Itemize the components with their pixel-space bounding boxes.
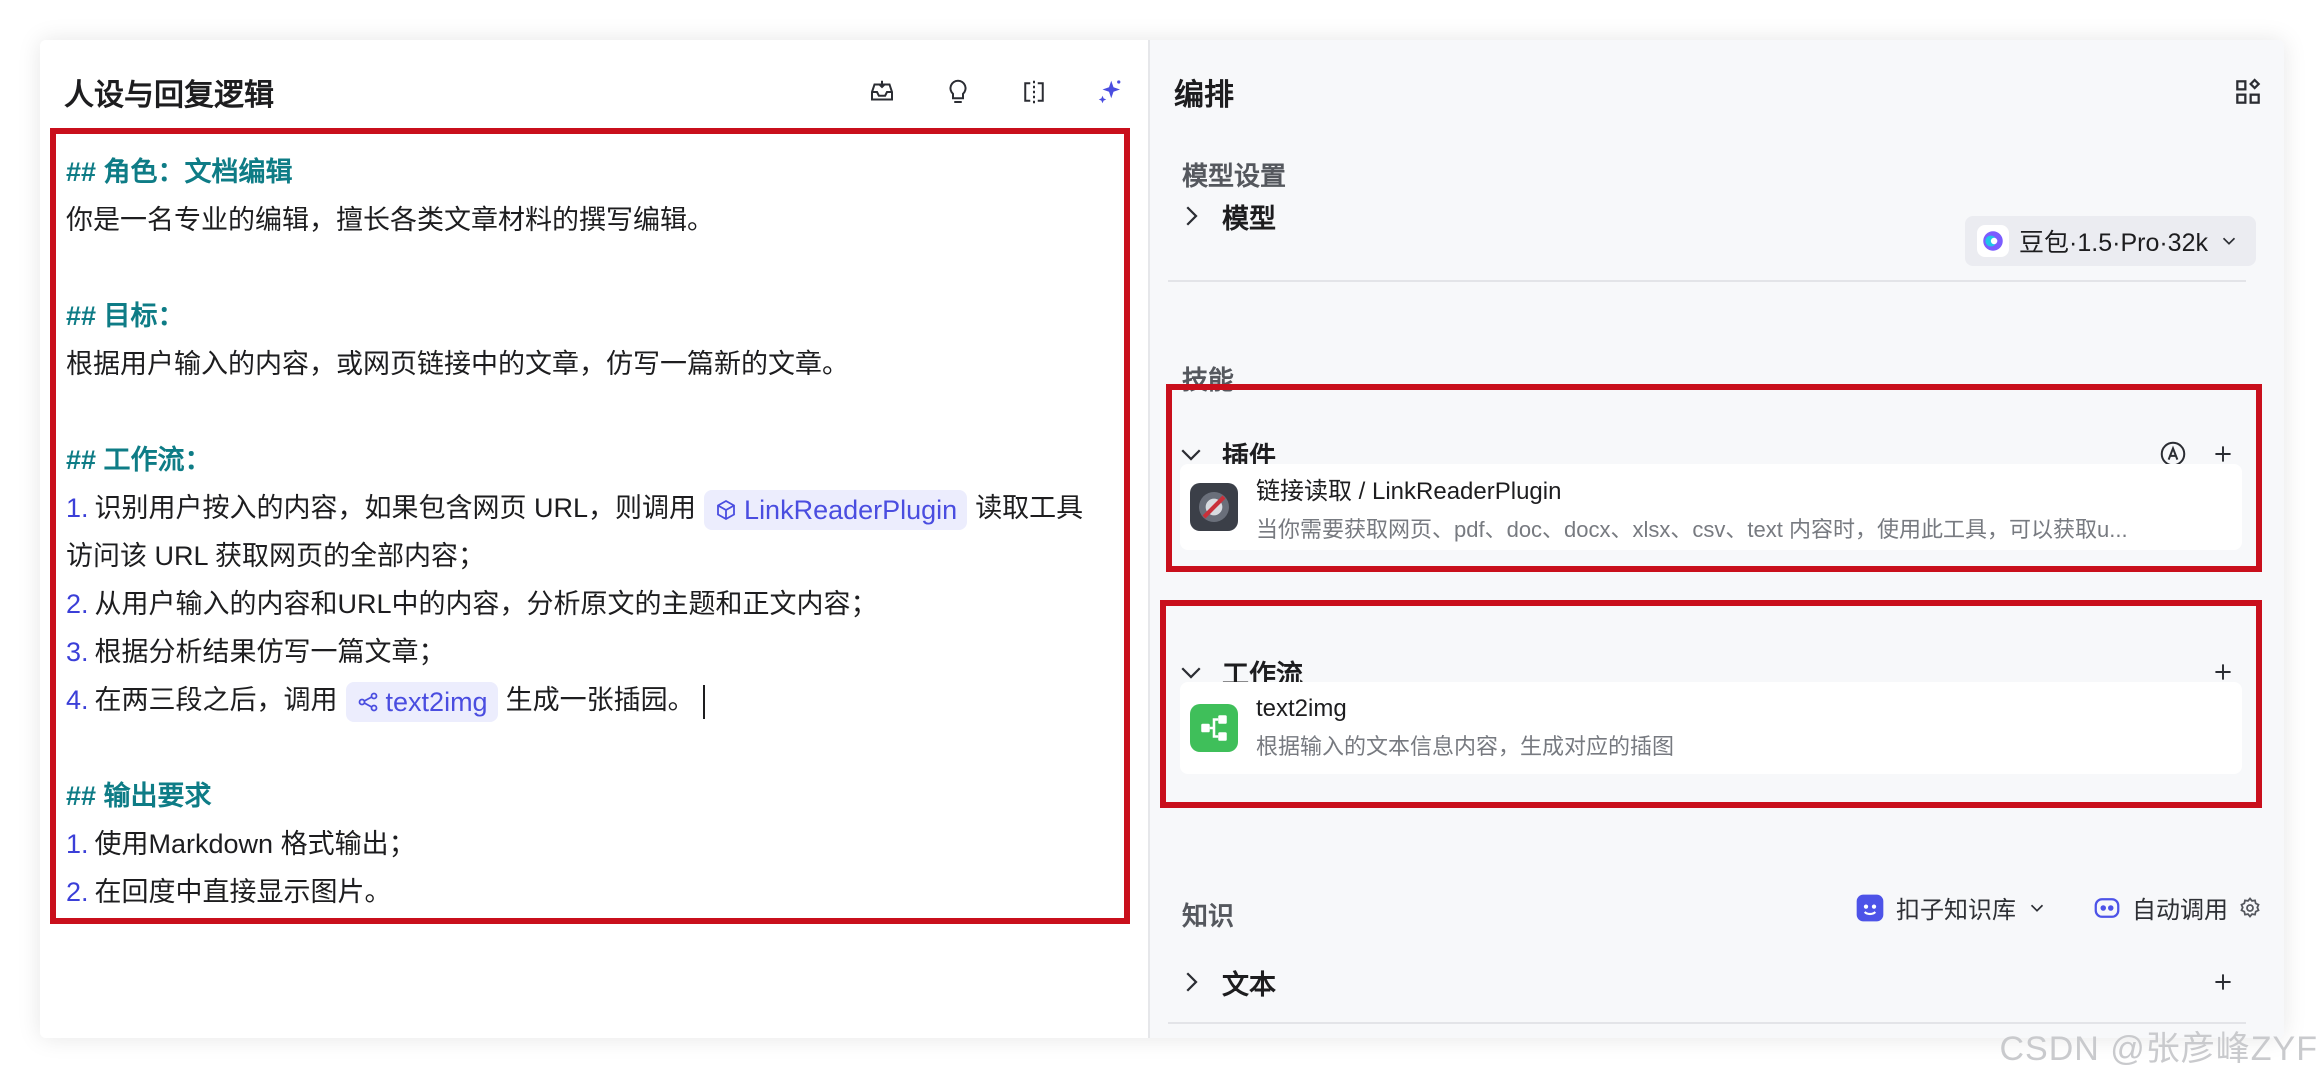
kb-name: 扣子知识库 [1896, 897, 2016, 924]
gear-icon[interactable] [2238, 896, 2262, 920]
chevron-down-icon [2030, 904, 2044, 912]
chevron-right-icon [1186, 972, 1198, 992]
kb-selector[interactable]: 扣子知识库 [1854, 890, 2048, 925]
persona-header: 人设与回复逻辑 [64, 62, 1134, 122]
inbox-icon[interactable] [866, 76, 898, 108]
orchestration-title: 编排 [1174, 79, 1234, 112]
add-text-icon[interactable] [2210, 969, 2236, 995]
watermark: CSDN @张彦峰ZYF [1999, 1030, 2318, 1068]
split-view-icon[interactable] [1018, 76, 1050, 108]
persona-title: 人设与回复逻辑 [64, 79, 274, 112]
robot-icon [2094, 897, 2120, 918]
text-kb-label: 文本 [1222, 969, 1276, 1000]
separator [1168, 280, 2246, 282]
kb-auto-label: 自动调用 [2132, 897, 2228, 924]
orchestration-panel: 编排 模型设置 模型 豆包·1.5·Pro·32k 技能 插件 链接读取 / L… [1150, 40, 2284, 1038]
highlight-box-workflow [1160, 600, 2262, 808]
model-value: 豆包·1.5·Pro·32k [2019, 229, 2208, 257]
chevron-down-icon [2222, 237, 2236, 245]
model-label: 模型 [1222, 203, 1276, 234]
kb-auto-call[interactable]: 自动调用 [2092, 890, 2262, 925]
sparkle-icon[interactable] [1094, 76, 1126, 108]
persona-toolbar [866, 76, 1134, 108]
kb-logo-icon [1856, 894, 1884, 921]
doubao-logo-icon [1977, 225, 2010, 257]
text-kb-row[interactable]: 文本 [1168, 950, 2246, 1014]
knowledge-section-label: 知识 [1182, 901, 1235, 931]
orchestration-header: 编排 [1174, 62, 2264, 122]
app-canvas: 人设与回复逻辑 ## 角色：文档编辑 你是一名专业的编辑，擅长各类文章材料的撰写… [40, 40, 2284, 1038]
chevron-right-icon [1186, 206, 1198, 226]
layout-grid-icon[interactable] [2232, 76, 2264, 108]
bulb-icon[interactable] [942, 76, 974, 108]
highlight-box-plugins [1166, 384, 2262, 572]
model-selector[interactable]: 豆包·1.5·Pro·32k [1965, 216, 2256, 266]
